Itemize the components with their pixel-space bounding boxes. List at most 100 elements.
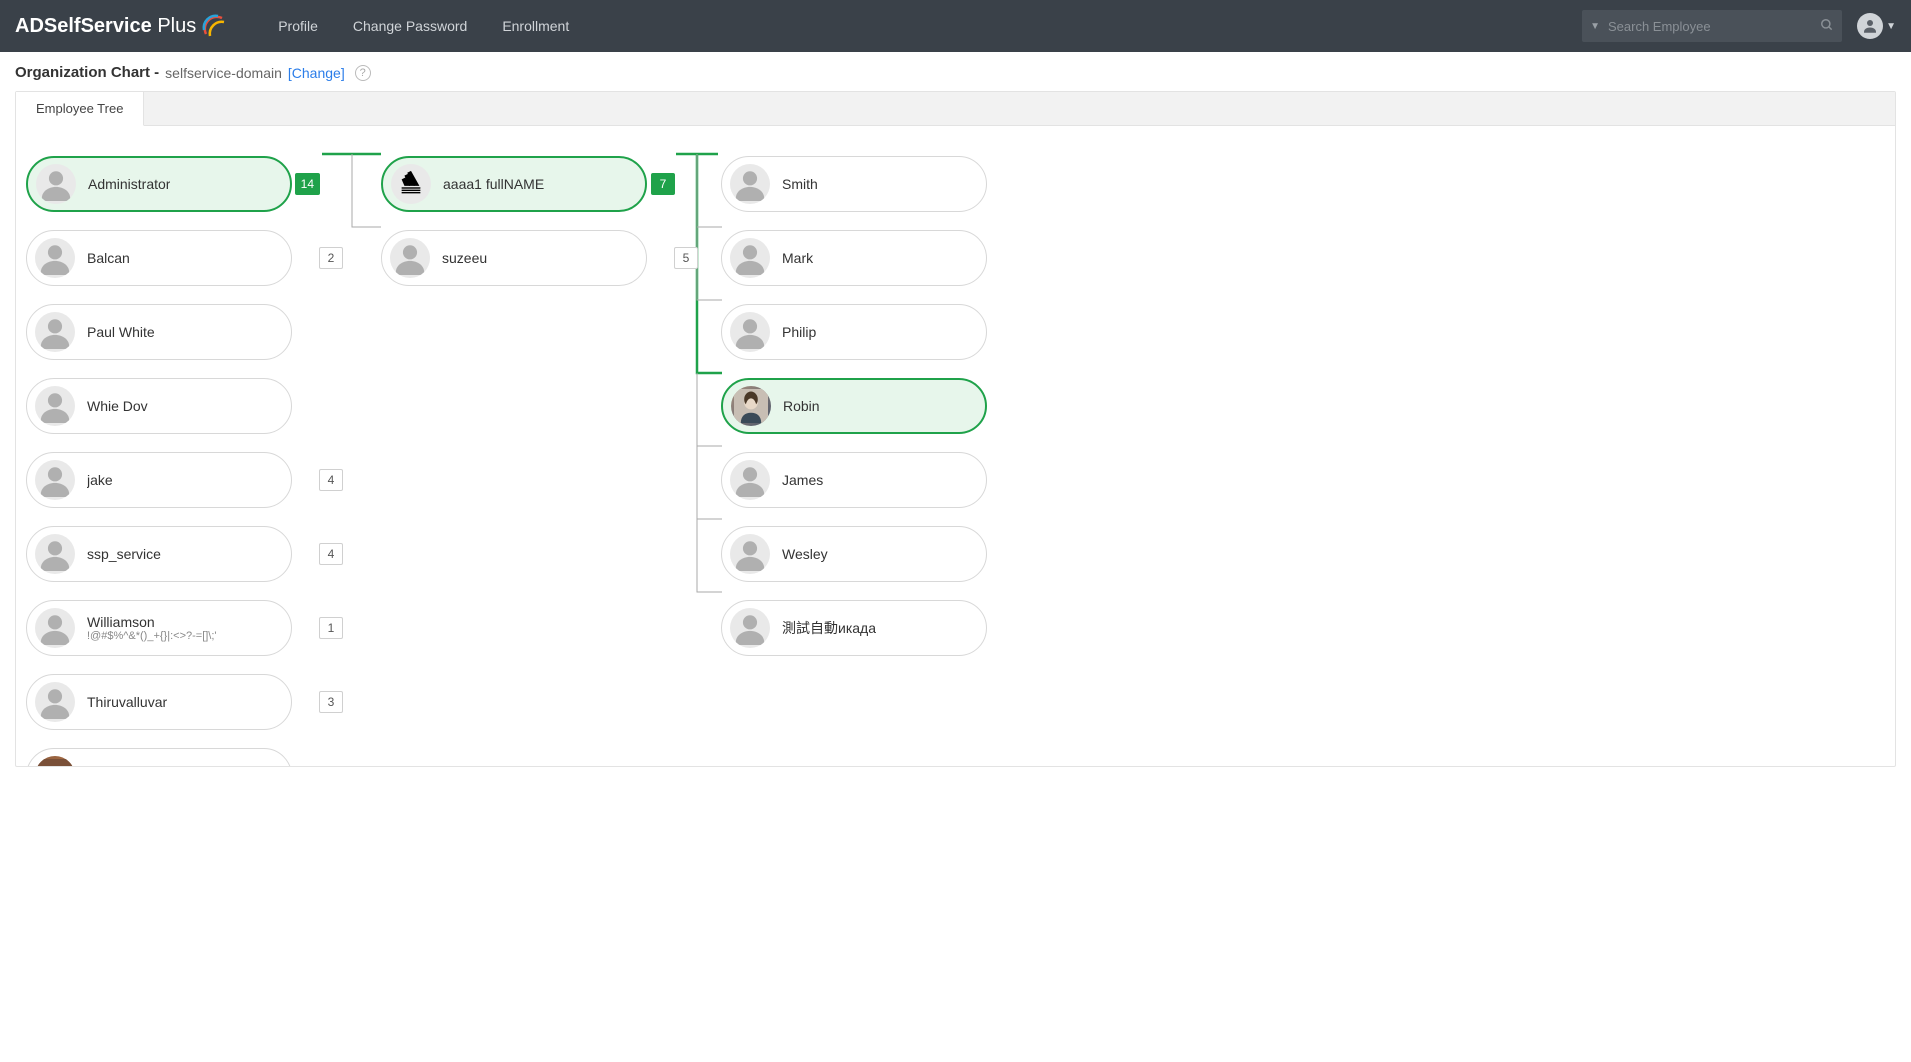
- avatar-icon: [35, 460, 75, 500]
- employee-text: 測試自動икада: [782, 618, 876, 638]
- employee-name: ssp_service: [87, 546, 161, 562]
- employee-node[interactable]: Robin: [721, 378, 987, 434]
- employee-text: jake: [87, 472, 113, 488]
- avatar-icon: [35, 682, 75, 722]
- employee-node[interactable]: Smith: [721, 156, 987, 212]
- employee-node[interactable]: James: [721, 452, 987, 508]
- employee-node[interactable]: Balcan2: [26, 230, 292, 286]
- employee-name: 測試自動икада: [782, 618, 876, 638]
- employee-name: Mark: [782, 250, 813, 266]
- nav-profile[interactable]: Profile: [278, 18, 318, 34]
- app-logo: ADSelfService Plus: [15, 12, 228, 40]
- avatar-icon: [35, 386, 75, 426]
- reportee-count-badge[interactable]: 14: [295, 173, 320, 195]
- employee-node[interactable]: Whie Dov: [26, 378, 292, 434]
- avatar-icon: [36, 164, 76, 204]
- employee-text: Whie Dov: [87, 398, 148, 414]
- avatar-icon: [730, 460, 770, 500]
- employee-name: aaaa1 fullNAME: [443, 176, 544, 192]
- employee-node[interactable]: Philip: [721, 304, 987, 360]
- employee-node[interactable]: Administrator14: [26, 156, 292, 212]
- chevron-down-icon: ▼: [1886, 21, 1896, 32]
- main-nav: Profile Change Password Enrollment: [278, 18, 569, 34]
- employee-node[interactable]: 測試自動икада: [721, 600, 987, 656]
- org-chart: Administrator14Balcan2Paul WhiteWhie Dov…: [16, 126, 1895, 766]
- page-title-bar: Organization Chart - selfservice-domain …: [0, 52, 1911, 91]
- employee-name: Williamson: [87, 614, 217, 630]
- employee-name: suzeeu: [442, 250, 487, 266]
- nav-enrollment[interactable]: Enrollment: [502, 18, 569, 34]
- employee-node[interactable]: Mark: [721, 230, 987, 286]
- avatar-icon: [35, 756, 75, 766]
- employee-text: Thiruvalluvar: [87, 694, 167, 710]
- reportee-count-badge[interactable]: 3: [319, 691, 343, 713]
- employee-text: Balcan: [87, 250, 130, 266]
- org-column-3: Smith Mark Philip Robin James Wesley 測試自動икада: [721, 156, 1031, 674]
- tab-employee-tree[interactable]: Employee Tree: [16, 92, 144, 126]
- employee-name: James: [782, 472, 823, 488]
- employee-name: Paul White: [87, 324, 155, 340]
- employee-node[interactable]: jake4: [26, 452, 292, 508]
- user-menu[interactable]: ▼: [1857, 13, 1896, 39]
- employee-text: Robin: [783, 398, 820, 414]
- employee-node[interactable]: suzeeu5: [381, 230, 647, 286]
- org-column-1: Administrator14Balcan2Paul WhiteWhie Dov…: [26, 156, 336, 766]
- change-domain-link[interactable]: [Change]: [288, 65, 345, 81]
- employee-name: Smith: [782, 176, 818, 192]
- employee-node[interactable]: Martin: [26, 748, 292, 766]
- reportee-count-badge[interactable]: 1: [319, 617, 343, 639]
- avatar-icon: [35, 534, 75, 574]
- reportee-count-badge[interactable]: 4: [319, 469, 343, 491]
- chart-panel: Employee Tree Administrator14Balcan2Paul…: [15, 91, 1896, 767]
- avatar-icon: [730, 238, 770, 278]
- employee-text: Williamson!@#$%^&*()_+{}|:<>?-=[]\;': [87, 614, 217, 642]
- avatar-icon: [391, 164, 431, 204]
- avatar-icon: [730, 164, 770, 204]
- employee-node[interactable]: Paul White: [26, 304, 292, 360]
- avatar-icon: [730, 312, 770, 352]
- reportee-count-badge[interactable]: 2: [319, 247, 343, 269]
- employee-name: Philip: [782, 324, 816, 340]
- user-avatar-icon: [1857, 13, 1883, 39]
- avatar-icon: [35, 608, 75, 648]
- employee-name: Whie Dov: [87, 398, 148, 414]
- employee-text: Administrator: [88, 176, 170, 192]
- avatar-icon: [731, 386, 771, 426]
- domain-name: selfservice-domain: [165, 65, 282, 81]
- employee-node[interactable]: Williamson!@#$%^&*()_+{}|:<>?-=[]\;'1: [26, 600, 292, 656]
- tab-bar: Employee Tree: [16, 92, 1895, 126]
- employee-name: Balcan: [87, 250, 130, 266]
- avatar-icon: [730, 534, 770, 574]
- employee-node[interactable]: aaaa1 fullNAME7: [381, 156, 647, 212]
- search-icon[interactable]: [1820, 18, 1834, 35]
- search-input[interactable]: [1608, 19, 1814, 34]
- employee-name: Administrator: [88, 176, 170, 192]
- employee-name: Robin: [783, 398, 820, 414]
- employee-text: Mark: [782, 250, 813, 266]
- org-column-2: aaaa1 fullNAME7suzeeu5: [381, 156, 691, 304]
- avatar-icon: [35, 312, 75, 352]
- employee-text: Philip: [782, 324, 816, 340]
- help-icon[interactable]: ?: [355, 65, 371, 81]
- employee-text: aaaa1 fullNAME: [443, 176, 544, 192]
- reportee-count-badge[interactable]: 5: [674, 247, 698, 269]
- avatar-icon: [730, 608, 770, 648]
- employee-text: Paul White: [87, 324, 155, 340]
- reportee-count-badge[interactable]: 7: [651, 173, 675, 195]
- avatar-icon: [390, 238, 430, 278]
- app-header: ADSelfService Plus Profile Change Passwo…: [0, 0, 1911, 52]
- logo-main: ADSelfService: [15, 15, 152, 37]
- avatar-icon: [35, 238, 75, 278]
- search-filter-dropdown[interactable]: ▼: [1590, 21, 1600, 32]
- employee-name: Thiruvalluvar: [87, 694, 167, 710]
- employee-text: Wesley: [782, 546, 828, 562]
- employee-node[interactable]: Thiruvalluvar3: [26, 674, 292, 730]
- employee-name: jake: [87, 472, 113, 488]
- reportee-count-badge[interactable]: 4: [319, 543, 343, 565]
- employee-text: ssp_service: [87, 546, 161, 562]
- logo-arc-icon: [200, 12, 228, 40]
- employee-node[interactable]: ssp_service4: [26, 526, 292, 582]
- nav-change-password[interactable]: Change Password: [353, 18, 467, 34]
- employee-node[interactable]: Wesley: [721, 526, 987, 582]
- employee-text: suzeeu: [442, 250, 487, 266]
